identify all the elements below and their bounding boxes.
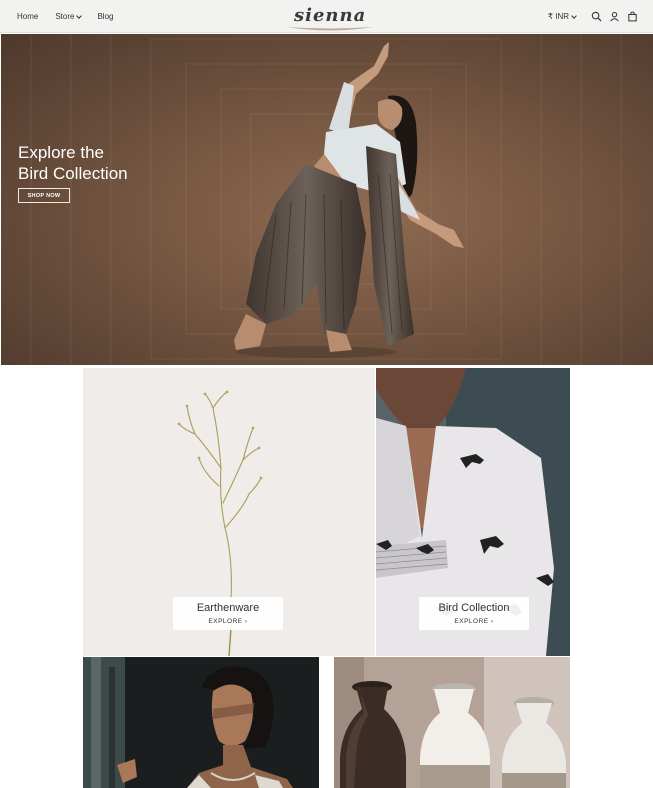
nav-store-link[interactable]: Store [55,12,83,21]
woman-portrait-image [83,657,319,788]
site-logo[interactable]: sienna [283,2,378,33]
bird-collection-title: Bird Collection [438,602,510,614]
nav-home-label: Home [17,12,39,21]
portrait-tile[interactable] [83,657,319,788]
chevron-down-icon [571,12,577,19]
hero-title-line1: Explore the [18,143,104,162]
earthenware-tile[interactable]: Earthenware EXPLORE › [83,368,375,656]
earthenware-title: Earthenware [196,602,260,614]
site-header: Home Store Blog sienna ₹ INR [0,0,653,33]
currency-selector[interactable]: ₹ INR [547,12,577,21]
logo-swoosh-icon [287,27,373,31]
search-icon[interactable] [591,11,602,22]
bird-collection-tile[interactable]: Bird Collection EXPLORE › [376,368,570,656]
shop-now-button[interactable]: SHOP NOW [18,188,70,203]
earthenware-explore-link[interactable]: EXPLORE › [208,618,247,625]
nav-store-label: Store [55,12,75,21]
cart-icon[interactable] [627,11,638,22]
earthenware-card[interactable]: Earthenware EXPLORE › [173,597,283,630]
main-nav: Home Store Blog [17,0,113,33]
hero-title: Explore the Bird Collection [18,142,218,184]
chevron-down-icon [76,12,83,19]
hero-title-line2: Bird Collection [18,164,128,183]
bird-collection-explore-link[interactable]: EXPLORE › [454,618,493,625]
nav-blog-link[interactable]: Blog [97,12,113,21]
header-actions: ₹ INR [548,0,638,33]
currency-label: ₹ INR [547,12,569,21]
vases-tile[interactable] [334,657,570,788]
ceramic-vases-image [334,657,570,788]
hero-banner: Explore the Bird Collection SHOP NOW [1,34,653,365]
bird-collection-card[interactable]: Bird Collection EXPLORE › [419,597,529,630]
nav-home-link[interactable]: Home [17,12,38,21]
logo-wordmark: sienna [294,5,367,26]
hero-dancer-image [234,42,464,358]
nav-blog-label: Blog [97,12,114,21]
user-icon[interactable] [609,11,620,22]
